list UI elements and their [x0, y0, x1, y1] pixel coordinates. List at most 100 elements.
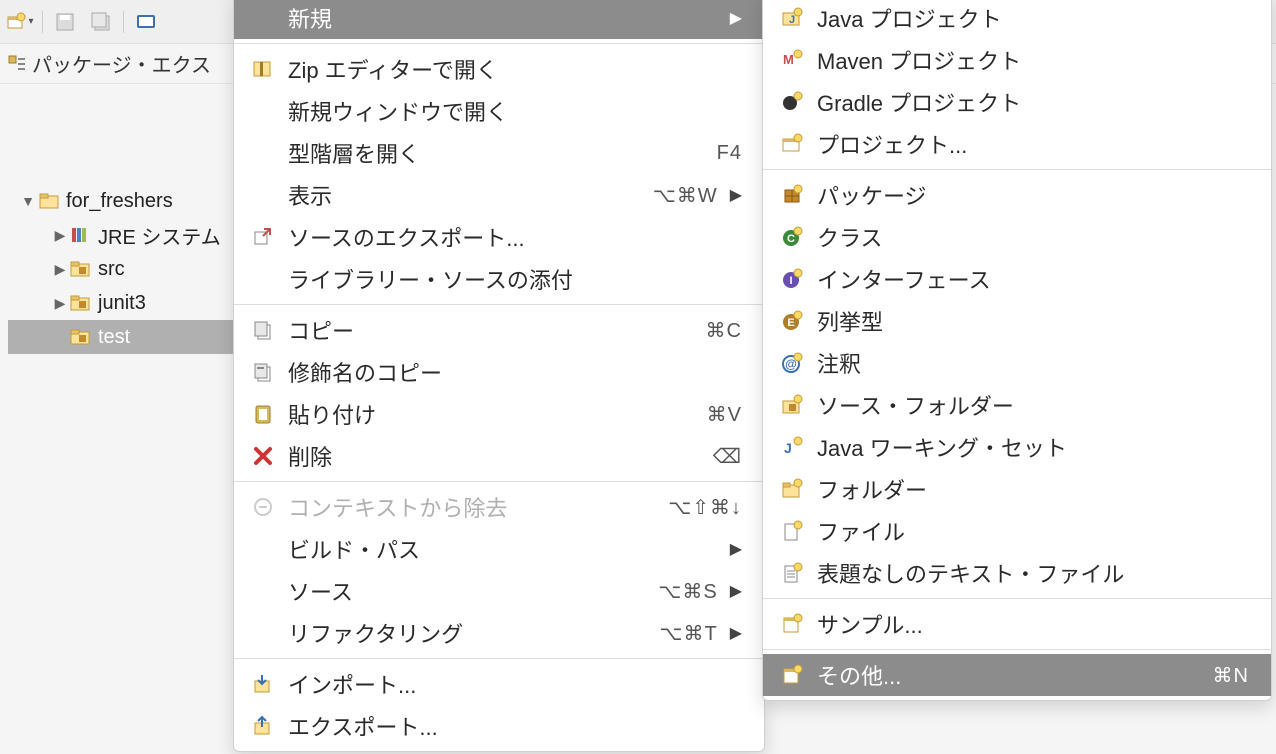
- context-menu-item[interactable]: 表示⌥⌘W▶: [234, 174, 764, 216]
- context-menu-item[interactable]: Zip エディターで開く: [234, 48, 764, 90]
- context-menu-item[interactable]: エクスポート...: [234, 705, 764, 747]
- caret-icon[interactable]: ▶: [50, 227, 70, 244]
- icon-spacer: [248, 182, 278, 208]
- context-menu-item[interactable]: 貼り付け⌘V: [234, 393, 764, 435]
- copy-icon: [248, 317, 278, 343]
- submenu-item[interactable]: Gradle プロジェクト: [763, 81, 1271, 123]
- context-menu-item[interactable]: 新規ウィンドウで開く: [234, 90, 764, 132]
- delete-icon: [248, 443, 278, 469]
- menu-label: ソース: [288, 575, 644, 607]
- menu-label: パッケージ: [817, 179, 1249, 211]
- submenu-arrow-icon: ▶: [730, 623, 742, 643]
- caret-down-icon[interactable]: ▼: [18, 193, 38, 209]
- menu-label: サンプル...: [817, 608, 1249, 640]
- context-menu-item[interactable]: 型階層を開くF4: [234, 132, 764, 174]
- menu-label: Java プロジェクト: [817, 2, 1249, 34]
- menu-label: 新規ウィンドウで開く: [288, 95, 742, 127]
- submenu-item[interactable]: J Java プロジェクト: [763, 0, 1271, 39]
- menu-label: Java ワーキング・セット: [817, 431, 1249, 463]
- context-menu-item: コンテキストから除去⌥⇧⌘↓: [234, 486, 764, 528]
- svg-text:M: M: [783, 52, 794, 67]
- svg-text:E: E: [787, 317, 794, 329]
- svg-text:J: J: [784, 440, 792, 456]
- submenu-item[interactable]: ファイル: [763, 510, 1271, 552]
- menu-separator: [763, 598, 1271, 599]
- context-menu-item[interactable]: ビルド・パス▶: [234, 528, 764, 570]
- context-menu-item[interactable]: 修飾名のコピー: [234, 351, 764, 393]
- sample-icon: [777, 611, 807, 637]
- menu-separator: [763, 649, 1271, 650]
- context-menu-item[interactable]: ライブラリー・ソースの添付: [234, 258, 764, 300]
- class-icon: C: [777, 224, 807, 250]
- save-button[interactable]: [51, 8, 79, 36]
- submenu-item[interactable]: M Maven プロジェクト: [763, 39, 1271, 81]
- submenu-item[interactable]: その他...⌘N: [763, 654, 1271, 696]
- package-explorer-label: パッケージ・エクス: [32, 49, 211, 78]
- caret-icon[interactable]: ▶: [50, 261, 70, 278]
- save-all-button[interactable]: [87, 8, 115, 36]
- svg-text:J: J: [789, 14, 795, 26]
- pkgfolder-icon: [70, 258, 92, 280]
- submenu-item[interactable]: 表題なしのテキスト・ファイル: [763, 552, 1271, 594]
- package-icon: [777, 182, 807, 208]
- paste-icon: [248, 401, 278, 427]
- package-explorer-icon: [8, 55, 26, 73]
- submenu-item[interactable]: ソース・フォルダー: [763, 384, 1271, 426]
- submenu-item[interactable]: @注釈: [763, 342, 1271, 384]
- textfile-icon: [777, 560, 807, 586]
- submenu-item[interactable]: I インターフェース: [763, 258, 1271, 300]
- menu-shortcut: ⌘V: [707, 402, 742, 427]
- gradle-icon: [777, 89, 807, 115]
- toolbar-separator: [42, 11, 43, 33]
- menu-label: 新規: [288, 2, 718, 34]
- context-menu-item[interactable]: インポート...: [234, 663, 764, 705]
- menu-label: その他...: [817, 659, 1199, 691]
- icon-spacer: [248, 578, 278, 604]
- context-menu-item[interactable]: リファクタリング⌥⌘T▶: [234, 612, 764, 654]
- menu-label: 列挙型: [817, 305, 1249, 337]
- tree-label: for_freshers: [66, 190, 173, 213]
- context-menu-item[interactable]: 新規 ▶: [234, 0, 764, 39]
- context-menu-item[interactable]: コピー⌘C: [234, 309, 764, 351]
- pkgfolder-icon: [70, 292, 92, 314]
- new-wizard-button[interactable]: [6, 8, 34, 36]
- java-project-icon: J: [777, 5, 807, 31]
- context-menu-item[interactable]: ソース⌥⌘S▶: [234, 570, 764, 612]
- context-menu-item[interactable]: ソースのエクスポート...: [234, 216, 764, 258]
- icon-spacer: [248, 98, 278, 124]
- menu-label: コピー: [288, 314, 692, 346]
- submenu-item[interactable]: フォルダー: [763, 468, 1271, 510]
- submenu-item[interactable]: J Java ワーキング・セット: [763, 426, 1271, 468]
- menu-label: ソースのエクスポート...: [288, 221, 742, 253]
- menu-label: プロジェクト...: [817, 128, 1249, 160]
- tree-label: src: [98, 258, 125, 281]
- menu-label: 型階層を開く: [288, 137, 703, 169]
- menu-label: Maven プロジェクト: [817, 44, 1249, 76]
- submenu-item[interactable]: プロジェクト...: [763, 123, 1271, 165]
- terminal-button[interactable]: [132, 8, 160, 36]
- project-icon: [777, 131, 807, 157]
- library-icon: [70, 224, 92, 246]
- menu-shortcut: ⌥⇧⌘↓: [668, 495, 742, 520]
- icon-spacer: [248, 140, 278, 166]
- submenu-item[interactable]: サンプル...: [763, 603, 1271, 645]
- menu-label: インターフェース: [817, 263, 1249, 295]
- caret-icon[interactable]: ▶: [50, 295, 70, 312]
- submenu-arrow-icon: ▶: [730, 8, 742, 28]
- submenu-item[interactable]: E 列挙型: [763, 300, 1271, 342]
- menu-label: 表示: [288, 179, 639, 211]
- other-icon: [777, 662, 807, 688]
- tree-label: JRE システム: [98, 221, 221, 250]
- submenu-item[interactable]: パッケージ: [763, 174, 1271, 216]
- icon-spacer: [248, 536, 278, 562]
- context-menu-item[interactable]: 削除⌫: [234, 435, 764, 477]
- file-icon: [777, 518, 807, 544]
- icon-spacer: [248, 620, 278, 646]
- pkgfolder-icon: [70, 326, 92, 348]
- tree-node[interactable]: test: [8, 320, 241, 354]
- submenu-item[interactable]: Cクラス: [763, 216, 1271, 258]
- menu-label: インポート...: [288, 668, 742, 700]
- svg-text:I: I: [789, 275, 792, 287]
- enum-icon: E: [777, 308, 807, 334]
- menu-label: ライブラリー・ソースの添付: [288, 263, 742, 295]
